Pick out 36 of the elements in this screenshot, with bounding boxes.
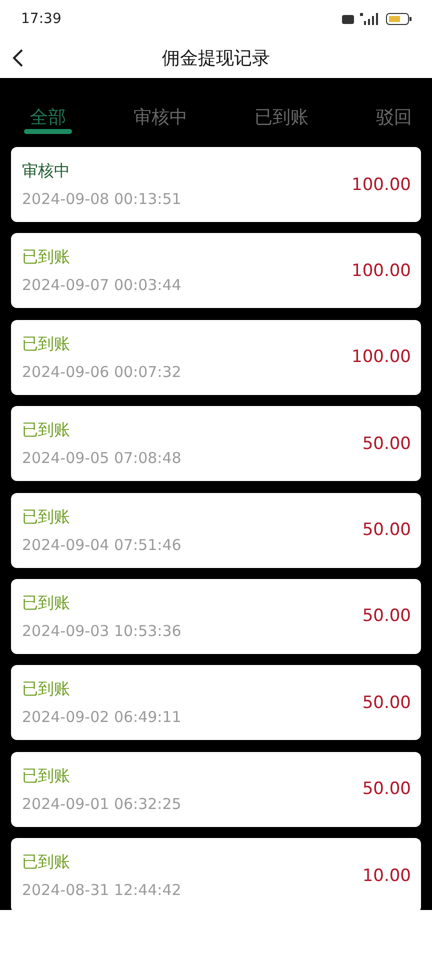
record-status: 已到账 <box>22 852 71 874</box>
record-status: 已到账 <box>22 592 71 614</box>
back-icon[interactable] <box>12 49 24 67</box>
record-status: 审核中 <box>22 161 71 182</box>
page-title: 佣金提现记录 <box>162 47 270 70</box>
filter-tab[interactable]: 已到账 <box>250 78 313 140</box>
filter-tab[interactable]: 审核中 <box>129 78 192 140</box>
filter-tab[interactable]: 驳回 <box>372 78 416 140</box>
signal-icon <box>360 13 380 25</box>
status-time: 17:39 <box>21 11 62 27</box>
record-amount: 100.00 <box>352 174 411 194</box>
record-time: 2024-09-04 07:51:46 <box>22 536 182 554</box>
record-status: 已到账 <box>22 334 71 355</box>
record-amount: 50.00 <box>362 520 411 540</box>
record-time: 2024-09-03 10:53:36 <box>22 622 182 640</box>
record-status: 已到账 <box>22 247 71 268</box>
filter-tab[interactable]: 全部 <box>26 78 70 140</box>
record-time: 2024-09-06 00:07:32 <box>22 362 182 381</box>
record-amount: 100.00 <box>352 347 411 368</box>
record-amount: 50.00 <box>362 434 411 454</box>
battery-icon <box>386 13 412 25</box>
record-amount: 50.00 <box>362 692 411 713</box>
record-amount: 100.00 <box>352 260 411 281</box>
record-time: 2024-09-07 00:03:44 <box>22 276 182 294</box>
record-amount: 10.00 <box>362 866 411 886</box>
record-time: 2024-09-05 07:08:48 <box>22 449 182 468</box>
record-status: 已到账 <box>22 679 71 700</box>
record-time: 2024-09-01 06:32:25 <box>22 794 182 813</box>
record-time: 2024-09-02 06:49:11 <box>22 708 182 726</box>
record-amount: 50.00 <box>362 779 411 800</box>
record-status: 已到账 <box>22 766 71 787</box>
record-time: 2024-08-31 12:44:42 <box>22 881 182 900</box>
record-status: 已到账 <box>22 420 71 442</box>
record-time: 2024-09-08 00:13:51 <box>22 190 182 208</box>
record-amount: 50.00 <box>362 606 411 626</box>
record-status: 已到账 <box>22 506 71 528</box>
